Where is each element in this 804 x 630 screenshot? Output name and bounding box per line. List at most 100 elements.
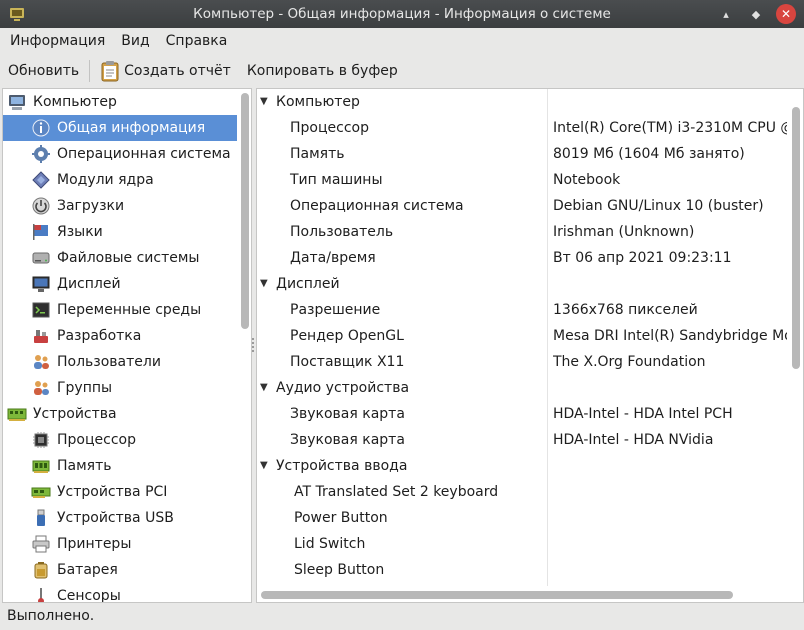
info-scrollbar-vertical[interactable] <box>792 91 800 585</box>
info-scrollbar-horizontal[interactable] <box>259 590 789 600</box>
info-row[interactable]: Звуковая карта HDA-Intel - HDA Intel PCH <box>257 401 787 427</box>
info-row[interactable]: Пользователь Irishman (Unknown) <box>257 219 787 245</box>
sidebar-item[interactable]: Языки <box>3 219 237 245</box>
expander-arrow-icon[interactable]: ▼ <box>260 460 268 471</box>
info-group-label: Компьютер <box>276 94 360 110</box>
sidebar-item-label: Устройства PCI <box>57 484 168 500</box>
close-icon[interactable]: ✕ <box>776 4 796 24</box>
minimize-icon[interactable]: ▴ <box>716 4 736 24</box>
info-row[interactable]: Lid Switch <box>257 531 787 557</box>
expander-arrow-icon[interactable]: ▼ <box>260 96 268 107</box>
info-row-value: Вт 06 апр 2021 09:23:11 <box>553 250 732 266</box>
info-row[interactable]: AT Translated Set 2 keyboard <box>257 479 787 505</box>
sidebar-item[interactable]: Файловые системы <box>3 245 237 271</box>
info-row[interactable]: Power Button <box>257 505 787 531</box>
info-row[interactable]: Звуковая карта HDA-Intel - HDA NVidia <box>257 427 787 453</box>
sidebar-item-label: Устройства <box>33 406 117 422</box>
sidebar-scrollbar[interactable] <box>241 91 249 600</box>
pane-splitter[interactable] <box>251 88 255 601</box>
info-row-label: Операционная система <box>290 198 464 214</box>
pci-icon <box>31 482 51 502</box>
sidebar-item[interactable]: Операционная система <box>3 141 237 167</box>
info-row-label: Пользователь <box>290 224 394 240</box>
info-row[interactable]: Разрешение 1366x768 пикселей <box>257 297 787 323</box>
info-group-header[interactable]: ▼ Аудио устройства <box>257 375 787 401</box>
sidebar-item[interactable]: Дисплей <box>3 271 237 297</box>
info-group-label: Дисплей <box>276 276 340 292</box>
menu-view[interactable]: Вид <box>113 28 157 54</box>
expander-arrow-icon[interactable]: ▼ <box>260 382 268 393</box>
info-row-label: Разрешение <box>290 302 381 318</box>
sidebar-item-label: Загрузки <box>57 198 125 214</box>
users-icon <box>31 352 51 372</box>
info-row[interactable]: Операционная система Debian GNU/Linux 10 … <box>257 193 787 219</box>
sidebar-item[interactable]: Принтеры <box>3 531 237 557</box>
usb-icon <box>31 508 51 528</box>
info-row-value: Debian GNU/Linux 10 (buster) <box>553 198 764 214</box>
sidebar-item[interactable]: Пользователи <box>3 349 237 375</box>
sidebar-item-label: Файловые системы <box>57 250 200 266</box>
info-row-value: 1366x768 пикселей <box>553 302 698 318</box>
info-row-value: The X.Org Foundation <box>553 354 706 370</box>
sidebar-tree[interactable]: Компьютер Общая информация Операционная си… <box>2 88 252 603</box>
sidebar-item[interactable]: Устройства PCI <box>3 479 237 505</box>
group-icon <box>31 378 51 398</box>
sidebar-item[interactable]: Процессор <box>3 427 237 453</box>
refresh-button[interactable]: Обновить <box>0 55 87 87</box>
info-group-header[interactable]: ▼ Компьютер <box>257 89 787 115</box>
sidebar-item[interactable]: Устройства USB <box>3 505 237 531</box>
info-row[interactable]: Рендер OpenGL Mesa DRI Intel(R) Sandybrid… <box>257 323 787 349</box>
info-row[interactable]: Тип машины Notebook <box>257 167 787 193</box>
sidebar-item[interactable]: Компьютер <box>3 89 237 115</box>
sidebar-item[interactable]: Устройства <box>3 401 237 427</box>
battery-icon <box>31 560 51 580</box>
sidebar-item[interactable]: Общая информация <box>3 115 237 141</box>
sidebar-item[interactable]: Группы <box>3 375 237 401</box>
maximize-icon[interactable]: ◆ <box>746 4 766 24</box>
info-group-header[interactable]: ▼ Устройства ввода <box>257 453 787 479</box>
info-row-label: Sleep Button <box>294 562 385 578</box>
status-text: Выполнено. <box>7 607 95 624</box>
info-row-label: Процессор <box>290 120 369 136</box>
sidebar-item[interactable]: Модули ядра <box>3 167 237 193</box>
sidebar-item[interactable]: Память <box>3 453 237 479</box>
info-scrollbar-horizontal-thumb[interactable] <box>261 591 733 599</box>
info-scrollbar-vertical-thumb[interactable] <box>792 107 800 369</box>
info-row-label: Память <box>290 146 345 162</box>
sidebar-item[interactable]: Загрузки <box>3 193 237 219</box>
sidebar-item-label: Принтеры <box>57 536 132 552</box>
info-row[interactable]: Память 8019 Мб (1604 Мб занято) <box>257 141 787 167</box>
sidebar-scrollbar-thumb[interactable] <box>241 93 249 329</box>
title-bar[interactable]: Компьютер - Общая информация - Информаци… <box>0 0 804 28</box>
sidebar-item[interactable]: Сенсоры <box>3 583 237 602</box>
menu-info[interactable]: Информация <box>0 28 113 54</box>
info-row[interactable]: Sleep Button <box>257 557 787 583</box>
terminal-icon <box>31 300 51 320</box>
status-bar: Выполнено. <box>0 601 804 630</box>
computer-icon <box>7 92 27 112</box>
info-row-value: 8019 Мб (1604 Мб занято) <box>553 146 745 162</box>
info-row-label: Power Button <box>294 510 388 526</box>
expander-arrow-icon[interactable]: ▼ <box>260 278 268 289</box>
memory-icon <box>31 456 51 476</box>
monitor-icon <box>31 274 51 294</box>
info-panel[interactable]: ▼ Компьютер Процессор Intel(R) Core(TM) i3-… <box>256 88 804 603</box>
info-row-label: Поставщик X11 <box>290 354 405 370</box>
harddisk-icon <box>31 248 51 268</box>
sidebar-item[interactable]: Переменные среды <box>3 297 237 323</box>
refresh-button-label: Обновить <box>8 63 80 79</box>
info-group-header[interactable]: ▼ Дисплей <box>257 271 787 297</box>
clipboard-icon <box>101 61 119 82</box>
menu-help[interactable]: Справка <box>158 28 236 54</box>
toolbar-separator <box>89 60 91 82</box>
gear-icon <box>31 144 51 164</box>
sidebar-item[interactable]: Разработка <box>3 323 237 349</box>
create-report-button[interactable]: Создать отчёт <box>92 55 239 87</box>
info-row[interactable]: Дата/время Вт 06 апр 2021 09:23:11 <box>257 245 787 271</box>
app-icon <box>10 8 24 21</box>
info-row[interactable]: Поставщик X11 The X.Org Foundation <box>257 349 787 375</box>
copy-to-clipboard-button[interactable]: Копировать в буфер <box>239 55 406 87</box>
sidebar-item[interactable]: Батарея <box>3 557 237 583</box>
info-row[interactable]: Процессор Intel(R) Core(TM) i3-2310M CPU … <box>257 115 787 141</box>
sidebar-item-label: Дисплей <box>57 276 121 292</box>
